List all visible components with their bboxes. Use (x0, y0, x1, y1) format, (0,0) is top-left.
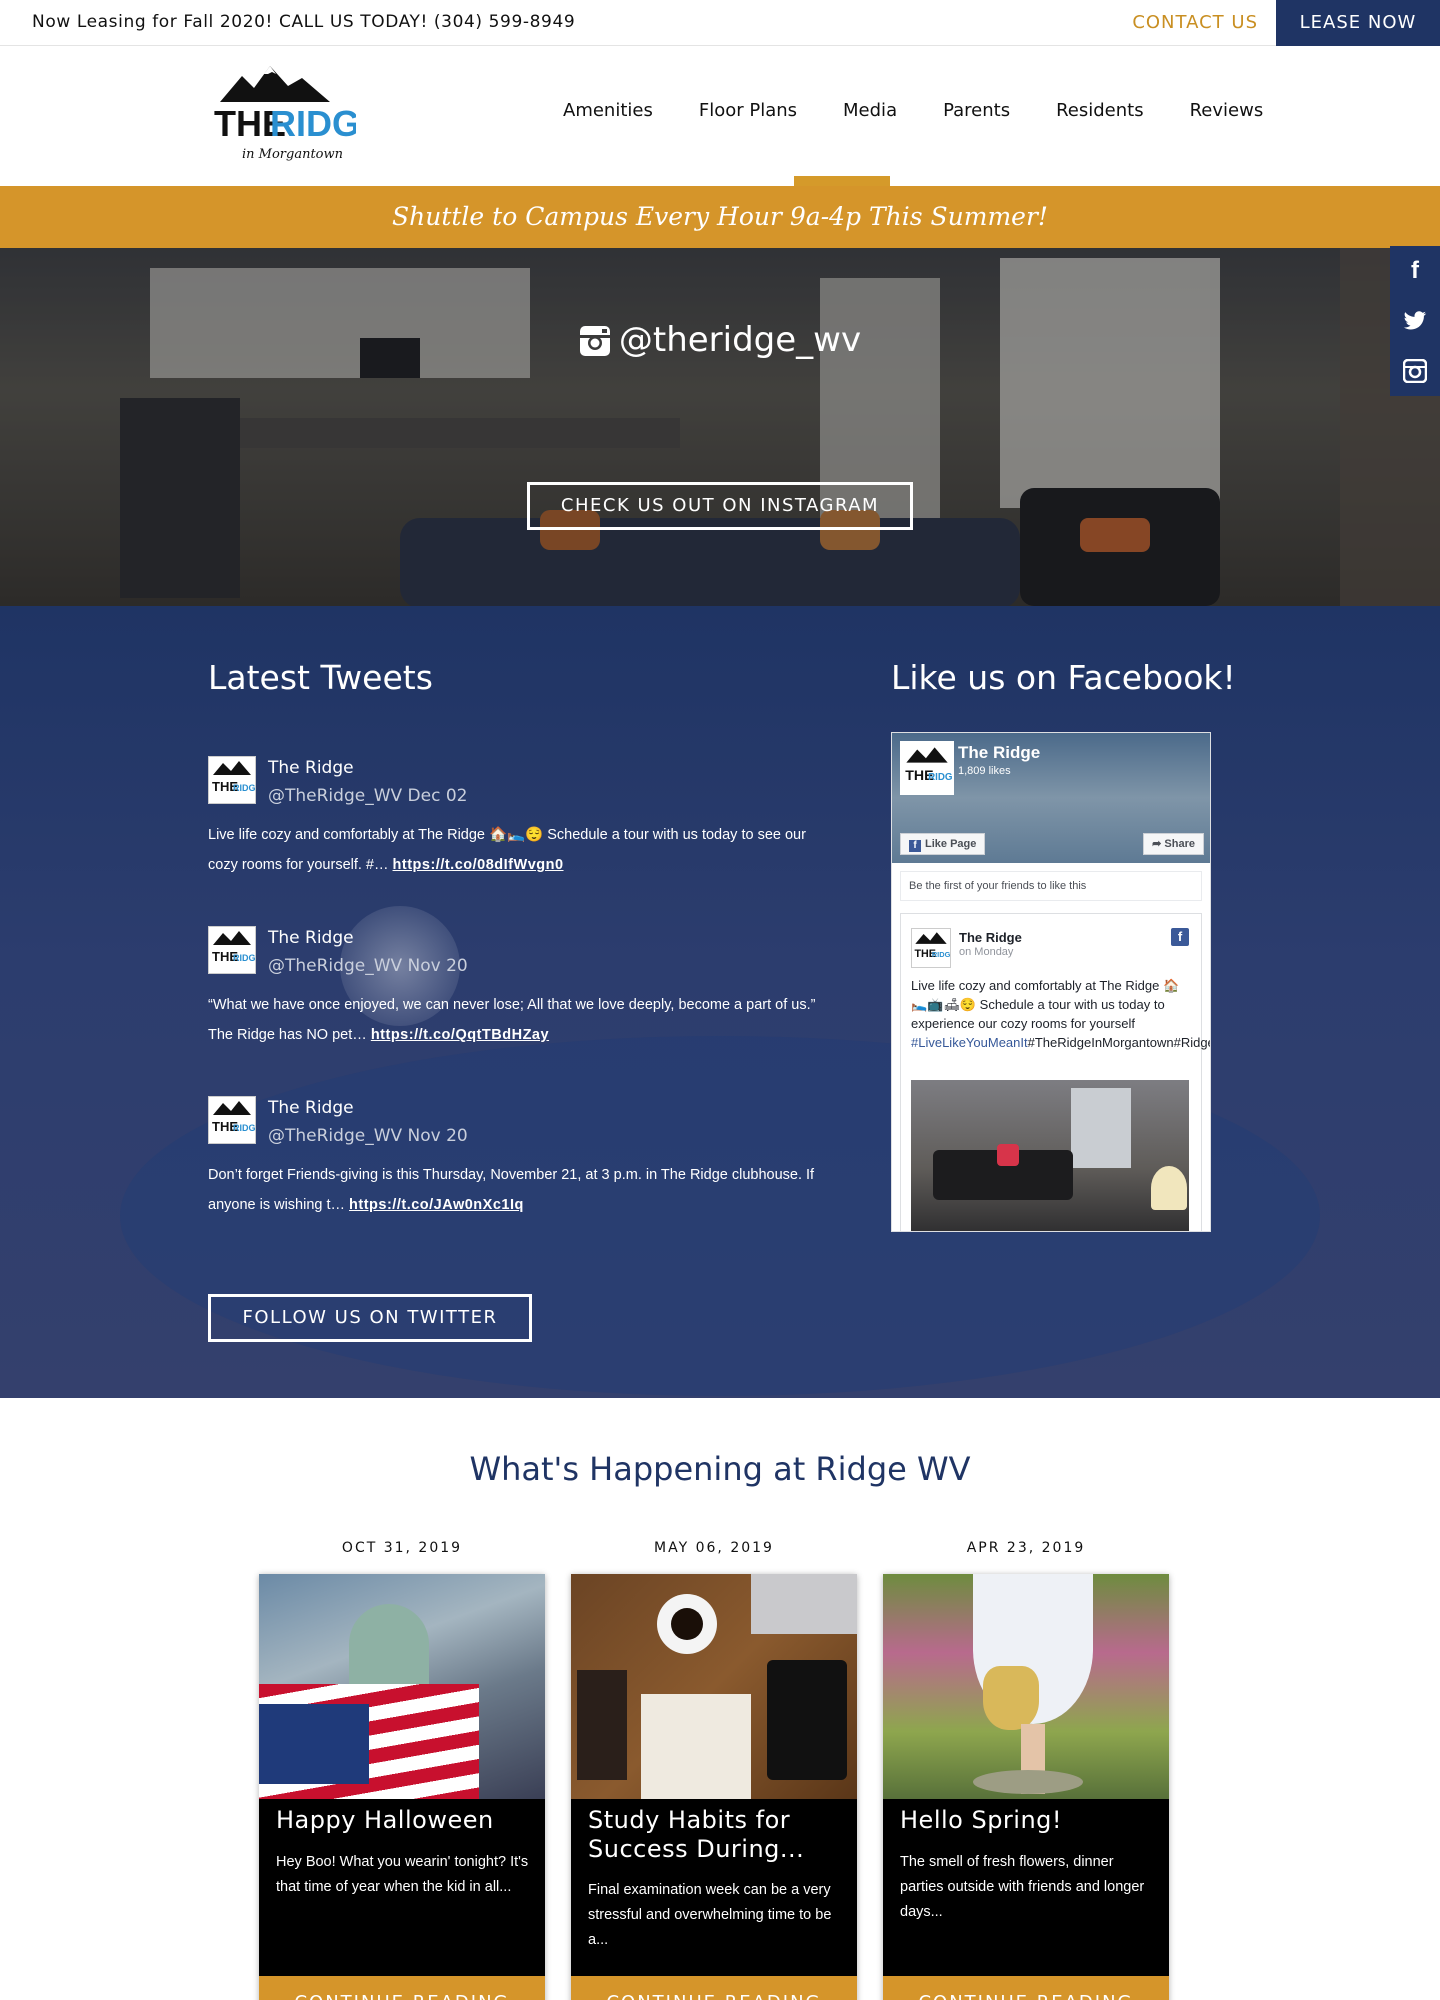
nav-residents[interactable]: Residents (1033, 100, 1167, 121)
tweet-text: Live life cozy and comfortably at The Ri… (208, 827, 806, 873)
facebook-likes-count: 1,809 likes (958, 765, 1011, 777)
post-date: OCT 31, 2019 (341, 1540, 463, 1556)
tweet-link[interactable]: https://t.co/QqtTBdHZay (371, 1027, 549, 1043)
active-nav-indicator (794, 176, 890, 186)
post-image[interactable] (883, 1574, 1169, 1799)
tweet-text: Don’t forget Friends-giving is this Thur… (208, 1167, 815, 1213)
post-excerpt: Final examination week can be a very str… (588, 1882, 832, 1948)
facebook-small-icon: f (909, 840, 921, 852)
tweet-avatar[interactable]: THERIDGE (208, 756, 262, 804)
site-header: THE RIDGE in Morgantown Amenities Floor … (0, 46, 1440, 186)
logo-ridge: RIDGE (270, 103, 356, 144)
post-title[interactable]: Happy Halloween (276, 1806, 536, 1835)
nav-media[interactable]: Media (820, 100, 920, 121)
latest-tweets-title: Latest Tweets (208, 658, 433, 697)
svg-text:RIDGE: RIDGE (233, 783, 255, 793)
facebook-post-date[interactable]: on Monday (959, 946, 1013, 958)
facebook-friends-text: Be the first of your friends to like thi… (900, 871, 1202, 901)
tweet-handle-date: @TheRidge_WV Nov 20 (268, 1126, 468, 1146)
instagram-hero: @theridge_wv CHECK US OUT ON INSTAGRAM (0, 248, 1440, 606)
main-nav: Amenities Floor Plans Media Parents Resi… (540, 100, 1286, 121)
post-image[interactable] (571, 1574, 857, 1799)
post-date: APR 23, 2019 (966, 1540, 1086, 1556)
blog-card: Hello Spring! The smell of fresh flowers… (883, 1574, 1169, 2000)
social-feed-section: Latest Tweets THERIDGE The Ridge @TheRid… (0, 606, 1440, 1398)
nav-amenities[interactable]: Amenities (540, 100, 676, 121)
post-excerpt: The smell of fresh flowers, dinner parti… (900, 1854, 1145, 1920)
contact-us-link[interactable]: CONTACT US (1132, 12, 1258, 33)
facebook-icon[interactable]: f (1390, 246, 1440, 296)
facebook-cover[interactable]: THERIDGE The Ridge 1,809 likes fLike Pag… (892, 733, 1210, 863)
instagram-handle[interactable]: @theridge_wv (0, 320, 1440, 360)
facebook-icon: f (1171, 928, 1189, 946)
tweet-item: THERIDGE The Ridge @TheRidge_WV Nov 20 D… (208, 1096, 828, 1236)
facebook-like-page-button[interactable]: f Like Page (900, 833, 986, 855)
facebook-title: Like us on Facebook! (891, 658, 1236, 697)
svg-text:RIDGE: RIDGE (932, 950, 950, 959)
the-ridge-logo[interactable]: THE RIDGE in Morgantown (212, 64, 384, 164)
continue-reading-button[interactable]: CONTINUE READING (259, 1976, 545, 2000)
leasing-message: Now Leasing for Fall 2020! CALL US TODAY… (32, 12, 576, 32)
instagram-icon (579, 326, 610, 356)
facebook-post-avatar[interactable]: THERIDGE (911, 928, 955, 968)
tweet-link[interactable]: https://t.co/JAw0nXc1Iq (349, 1197, 524, 1213)
follow-twitter-button[interactable]: FOLLOW US ON TWITTER (208, 1294, 532, 1342)
blog-section-title: What's Happening at Ridge WV (469, 1450, 971, 1488)
nav-reviews[interactable]: Reviews (1167, 100, 1287, 121)
facebook-hashtag[interactable]: #LiveLikeYouMeanIt (911, 1035, 1028, 1050)
tweet-item: THERIDGE The Ridge @TheRidge_WV Dec 02 L… (208, 756, 828, 896)
facebook-post: THERIDGE The Ridge on Monday f Live life… (900, 913, 1210, 1231)
nav-parents[interactable]: Parents (920, 100, 1033, 121)
facebook-post-text: Live life cozy and comfortably at The Ri… (911, 978, 1210, 1050)
continue-reading-button[interactable]: CONTINUE READING (571, 1976, 857, 2000)
tweet-item: THERIDGE The Ridge @TheRidge_WV Nov 20 “… (208, 926, 828, 1066)
facebook-page-avatar[interactable]: THERIDGE (900, 741, 960, 795)
share-arrow-icon: ➦ (1152, 838, 1165, 850)
facebook-page-name[interactable]: The Ridge (958, 743, 1040, 763)
post-excerpt: Hey Boo! What you wearin' tonight? It's … (276, 1854, 529, 1895)
svg-text:RIDGE: RIDGE (233, 953, 255, 963)
tweet-avatar[interactable]: THERIDGE (208, 926, 262, 974)
instagram-button[interactable]: CHECK US OUT ON INSTAGRAM (527, 482, 913, 530)
social-sidebar: f (1390, 246, 1440, 396)
tweet-author[interactable]: The Ridge (268, 928, 354, 948)
facebook-post-image[interactable] (911, 1080, 1189, 1231)
svg-text:RIDGE: RIDGE (928, 772, 952, 783)
top-bar: Now Leasing for Fall 2020! CALL US TODAY… (0, 0, 1440, 46)
post-date: MAY 06, 2019 (654, 1540, 774, 1556)
svg-text:RIDGE: RIDGE (233, 1123, 255, 1133)
facebook-widget: THERIDGE The Ridge 1,809 likes fLike Pag… (891, 732, 1211, 1232)
tweet-link[interactable]: https://t.co/08dIfWvgn0 (393, 857, 564, 873)
tweet-handle-date: @TheRidge_WV Nov 20 (268, 956, 468, 976)
post-title[interactable]: Study Habits for Success During... (588, 1806, 848, 1864)
logo-tagline: in Morgantown (242, 147, 343, 162)
facebook-share-button[interactable]: ➦ Share (1143, 833, 1204, 855)
tweet-text: “What we have once enjoyed, we can never… (208, 997, 816, 1043)
post-title[interactable]: Hello Spring! (900, 1806, 1160, 1835)
blog-card: Study Habits for Success During... Final… (571, 1574, 857, 2000)
continue-reading-button[interactable]: CONTINUE READING (883, 1976, 1169, 2000)
lease-now-button[interactable]: LEASE NOW (1276, 0, 1440, 46)
facebook-post-author[interactable]: The Ridge (959, 930, 1022, 945)
tweet-author[interactable]: The Ridge (268, 1098, 354, 1118)
instagram-handle-text: @theridge_wv (618, 320, 862, 360)
tweet-avatar[interactable]: THERIDGE (208, 1096, 262, 1144)
tweet-author[interactable]: The Ridge (268, 758, 354, 778)
instagram-icon[interactable] (1390, 346, 1440, 396)
tweet-handle-date: @TheRidge_WV Dec 02 (268, 786, 468, 806)
blog-card: Happy Halloween Hey Boo! What you wearin… (259, 1574, 545, 2000)
twitter-icon[interactable] (1390, 296, 1440, 346)
post-image[interactable] (259, 1574, 545, 1799)
nav-floor-plans[interactable]: Floor Plans (676, 100, 820, 121)
promo-banner: Shuttle to Campus Every Hour 9a-4p This … (0, 186, 1440, 248)
